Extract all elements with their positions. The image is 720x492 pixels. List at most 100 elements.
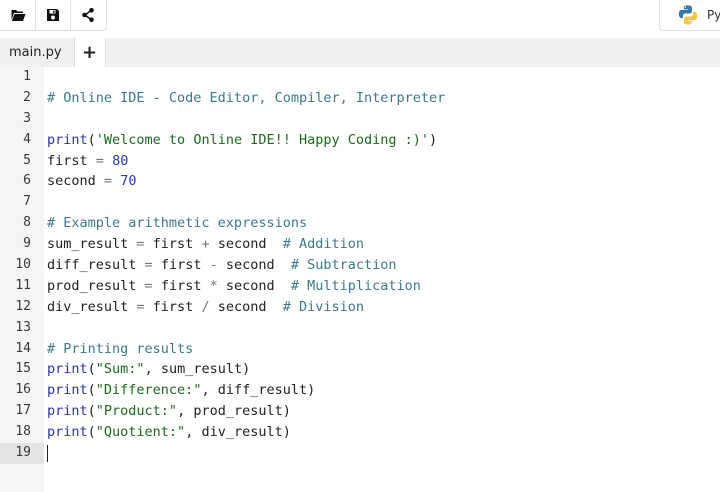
line-code: print("Sum:", sum_result) <box>47 359 250 380</box>
file-toolbar <box>0 0 107 31</box>
line-number: 8 <box>23 215 31 231</box>
code-line[interactable]: 5 first = 80 <box>0 151 720 172</box>
code-token: second <box>209 298 283 315</box>
line-code: # Printing results <box>47 339 193 360</box>
code-token: 'Welcome to Online IDE!! Happy Coding :)… <box>95 131 430 148</box>
code-token: # Multiplication <box>290 277 421 294</box>
code-token: - <box>209 257 218 274</box>
line-number: 5 <box>23 152 31 168</box>
code-token: = <box>144 257 153 274</box>
code-token: # Example arithmetic expressions <box>47 215 308 232</box>
code-token: , sum_result) <box>144 361 251 378</box>
code-line[interactable]: 11 prod_result = first * second # Multipl… <box>0 276 720 297</box>
code-token: "Quotient:" <box>95 424 186 441</box>
code-line[interactable]: 2 # Online IDE - Code Editor, Compiler, I… <box>0 88 720 109</box>
line-number: 4 <box>23 131 31 147</box>
line-number: 16 <box>15 382 31 398</box>
code-token: = <box>103 173 113 190</box>
line-number: 2 <box>23 89 31 105</box>
line-number: 19 <box>0 443 44 464</box>
code-token: * <box>209 277 218 294</box>
line-code: print("Quotient:", div_result) <box>47 422 291 443</box>
code-token: ( <box>87 382 96 399</box>
code-token: "Product:" <box>95 403 178 420</box>
code-line[interactable]: 18 print("Quotient:", div_result) <box>0 422 720 443</box>
line-number: 12 <box>15 298 31 314</box>
code-token: print <box>47 424 88 441</box>
code-token: sum_result <box>47 236 137 253</box>
code-line[interactable]: 7 <box>0 192 720 213</box>
code-token: first <box>152 277 210 294</box>
code-token: "Difference:" <box>95 382 202 399</box>
code-token: second <box>217 257 291 274</box>
line-number: 7 <box>23 194 31 210</box>
line-code: print("Product:", prod_result) <box>47 401 291 422</box>
code-line[interactable]: 6 second = 70 <box>0 171 720 192</box>
code-line[interactable]: 10 diff_result = first - second # Subtrac… <box>0 255 720 276</box>
code-token: ) <box>429 131 438 148</box>
line-code: print("Difference:", diff_result) <box>47 380 315 401</box>
code-token: , div_result) <box>185 424 291 441</box>
code-line[interactable]: 1 <box>0 67 720 88</box>
python-logo-icon <box>678 5 698 25</box>
code-line[interactable]: 14 # Printing results <box>0 339 720 360</box>
code-line[interactable]: 3 <box>0 109 720 130</box>
code-editor[interactable]: 1 2 # Online IDE - Code Editor, Compiler, … <box>0 67 720 492</box>
language-selector[interactable]: Py <box>659 0 720 31</box>
code-line[interactable]: 15 print("Sum:", sum_result) <box>0 359 720 380</box>
line-number: 17 <box>15 403 31 419</box>
code-line[interactable]: 16 print("Difference:", diff_result) <box>0 380 720 401</box>
code-line[interactable]: 4 print('Welcome to Online IDE!! Happy Co… <box>0 130 720 151</box>
code-token: second <box>217 277 291 294</box>
tab-main-py[interactable]: main.py <box>0 38 75 67</box>
code-token: ( <box>87 361 96 378</box>
code-token: ( <box>87 424 96 441</box>
code-token: first <box>144 298 202 315</box>
code-line[interactable]: 17 print("Product:", prod_result) <box>0 401 720 422</box>
tab-label: main.py <box>9 45 62 60</box>
line-code: print('Welcome to Online IDE!! Happy Cod… <box>47 130 437 151</box>
open-folder-button[interactable] <box>0 0 35 30</box>
code-token: # Subtraction <box>290 257 397 274</box>
code-token: + <box>201 236 210 253</box>
line-code <box>47 443 48 464</box>
code-token: print <box>47 131 88 148</box>
line-code: div_result = first / second # Division <box>47 297 364 318</box>
code-line[interactable]: 12 div_result = first / second # Division <box>0 297 720 318</box>
code-token: first <box>47 152 96 169</box>
line-code: # Online IDE - Code Editor, Compiler, In… <box>47 88 445 109</box>
code-token: print <box>47 382 88 399</box>
code-token: = <box>136 236 145 253</box>
code-token: second <box>209 236 283 253</box>
code-token: first <box>152 257 210 274</box>
save-button[interactable] <box>35 0 70 30</box>
code-line[interactable]: 9 sum_result = first + second # Addition <box>0 234 720 255</box>
line-number: 14 <box>15 340 31 356</box>
code-token: ( <box>87 131 96 148</box>
code-token: # Online IDE - Code Editor, Compiler, In… <box>47 89 446 106</box>
line-code: second = 70 <box>47 171 136 192</box>
code-line[interactable]: 13 <box>0 318 720 339</box>
folder-open-icon <box>10 10 25 21</box>
add-tab-button[interactable]: + <box>74 38 106 67</box>
code-token: second <box>47 173 104 190</box>
tab-bar: main.py + <box>0 38 720 68</box>
line-code: # Example arithmetic expressions <box>47 213 307 234</box>
text-cursor <box>47 444 48 462</box>
line-number: 6 <box>23 173 31 189</box>
plus-icon: + <box>82 42 98 63</box>
code-token: = <box>136 298 145 315</box>
code-token: prod_result <box>47 277 145 294</box>
code-line[interactable]: 8 # Example arithmetic expressions <box>0 213 720 234</box>
code-token: div_result <box>47 298 137 315</box>
language-label: Py <box>707 8 720 22</box>
code-lines: 1 2 # Online IDE - Code Editor, Compiler, … <box>0 67 720 464</box>
code-line[interactable]: 19 <box>0 443 720 464</box>
share-button[interactable] <box>70 0 105 30</box>
line-code: prod_result = first * second # Multiplic… <box>47 276 421 297</box>
code-token: ( <box>87 403 96 420</box>
line-number: 1 <box>23 69 31 84</box>
code-token: 80 <box>112 152 129 169</box>
